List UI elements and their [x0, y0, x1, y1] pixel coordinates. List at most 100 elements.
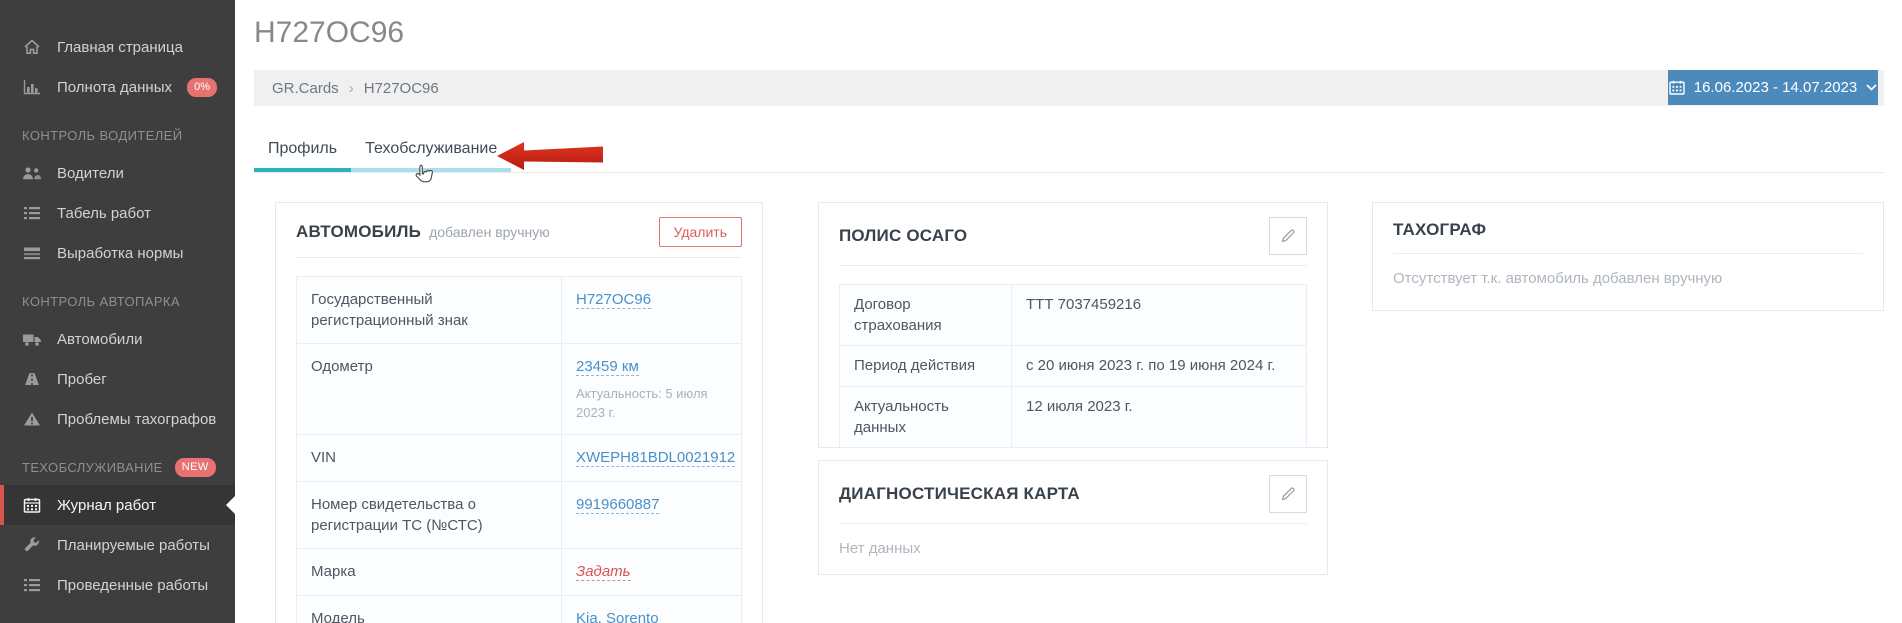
sts-number-link[interactable]: 9919660887 [576, 496, 660, 515]
tachograph-card: ТАХОГРАФ Отсутствует т.к. автомобиль доб… [1372, 202, 1884, 311]
tachograph-card-header: ТАХОГРАФ [1373, 203, 1883, 253]
sidebar-item-vehicles[interactable]: Автомобили [0, 319, 235, 359]
page-title: Н727ОС96 [254, 16, 405, 49]
home-icon [22, 39, 42, 55]
sidebar-item-label: Проведенные работы [57, 576, 209, 594]
table-row: Номер свидетельства о регистрации ТС (№С… [297, 482, 741, 550]
diagnostic-edit-button[interactable] [1269, 475, 1307, 513]
osago-info-table: Договор страхования ТТТ 7037459216 Перио… [839, 284, 1307, 448]
sidebar-item-mileage[interactable]: Пробег [0, 359, 235, 399]
vehicle-info-table: Государственный регистрационный знак Н72… [296, 276, 742, 623]
sidebar-item-norm-output[interactable]: Выработка нормы [0, 233, 235, 273]
osago-card-header: ПОЛИС ОСАГО [819, 203, 1327, 265]
osago-card-title: ПОЛИС ОСАГО [839, 226, 968, 245]
sidebar-item-label: Главная страница [57, 38, 183, 56]
row-label: Марка [297, 549, 562, 595]
table-row: Государственный регистрационный знак Н72… [297, 277, 741, 344]
row-label: Модель [297, 595, 562, 623]
sidebar-section-drivers-control: КОНТРОЛЬ ВОДИТЕЛЕЙ [0, 107, 235, 153]
sidebar-item-label: Журнал работ [57, 496, 157, 514]
chevron-down-icon [1866, 84, 1877, 91]
tasks-icon [22, 577, 42, 593]
card-divider [839, 265, 1307, 266]
sidebar-item-label: Табель работ [57, 204, 151, 222]
sidebar-item-data-completeness[interactable]: Полнота данных 0% [0, 67, 235, 107]
diagnostic-card: ДИАГНОСТИЧЕСКАЯ КАРТА Нет данных [818, 460, 1328, 575]
sidebar-section-cutoff: КОНТРОЛЬ [0, 605, 235, 623]
sidebar-item-planned-works[interactable]: Планируемые работы [0, 525, 235, 565]
row-value: с 20 июня 2023 г. по 19 июня 2024 г. [1026, 357, 1276, 374]
row-value: Задать [562, 549, 741, 595]
sidebar-section-maintenance: ТЕХОБСЛУЖИВАНИЕ NEW [0, 439, 235, 485]
table-row: Одометр 23459 км Актуальность: 5 июля 20… [297, 344, 741, 436]
reg-plate-link[interactable]: Н727ОС96 [576, 291, 652, 309]
diagnostic-empty-text: Нет данных [839, 540, 921, 557]
row-label: Актуальность данных [840, 386, 1012, 447]
table-row: VIN XWEPH81BDL0021912 [297, 435, 741, 483]
calendar-small-icon [1669, 80, 1685, 95]
users-icon [22, 165, 42, 181]
row-label: Период действия [840, 346, 1012, 386]
row-value: XWEPH81BDL0021912 [562, 435, 749, 481]
sidebar-item-label: Пробег [57, 370, 107, 388]
card-divider [296, 257, 742, 258]
tab-bar: Профиль Техобслуживание [254, 140, 512, 173]
sidebar-item-timesheet[interactable]: Табель работ [0, 193, 235, 233]
row-label: Договор страхования [840, 285, 1012, 345]
row-value: Н727ОС96 [562, 277, 741, 343]
hand-cursor-icon [412, 163, 435, 195]
row-label: Номер свидетельства о регистрации ТС (№С… [297, 482, 562, 549]
row-value: ТТТ 7037459216 [1026, 296, 1142, 313]
sidebar-item-label: Выработка нормы [57, 244, 184, 262]
row-value: 23459 км Актуальность: 5 июля 2023 г. [562, 344, 741, 434]
sidebar-section-label: КОНТРОЛЬ ВОДИТЕЛЕЙ [22, 127, 183, 143]
new-badge: NEW [174, 457, 216, 477]
odometer-link[interactable]: 23459 км [576, 358, 639, 376]
row-value: Kia, Sorento (категория "B") [562, 596, 741, 623]
pencil-icon [1280, 486, 1296, 502]
row-value: 12 июля 2023 г. [1026, 397, 1133, 415]
list-icon [22, 205, 42, 221]
sidebar-item-work-journal[interactable]: Журнал работ [0, 485, 235, 525]
tab-label: Профиль [268, 140, 338, 157]
truck-icon [22, 331, 42, 347]
road-icon [22, 371, 42, 387]
bar-chart-icon [22, 79, 42, 95]
sidebar-item-label: Полнота данных [57, 78, 172, 96]
set-brand-action[interactable]: Задать [576, 563, 631, 582]
row-label: Одометр [297, 344, 562, 435]
sidebar-item-completed-works[interactable]: Проведенные работы [0, 565, 235, 605]
warning-icon [22, 411, 42, 427]
vehicle-card-title: АВТОМОБИЛЬ [296, 222, 422, 241]
tachograph-card-title: ТАХОГРАФ [1393, 220, 1487, 239]
sidebar-section-fleet-control: КОНТРОЛЬ АВТОПАРКА [0, 273, 235, 319]
osago-card: ПОЛИС ОСАГО Договор страхования ТТТ 7037… [818, 202, 1328, 448]
vin-link[interactable]: XWEPH81BDL0021912 [576, 449, 736, 468]
completeness-badge: 0% [187, 77, 217, 97]
vehicle-card-header: АВТОМОБИЛЬ добавлен вручную Удалить [276, 203, 762, 257]
delete-button[interactable]: Удалить [658, 217, 742, 247]
date-range-button[interactable]: 16.06.2023 - 14.07.2023 [1668, 70, 1878, 105]
model-link[interactable]: Kia, Sorento (категория "B") [576, 609, 680, 623]
tab-profile[interactable]: Профиль [254, 140, 352, 173]
tab-label: Техобслуживание [365, 140, 498, 157]
sidebar-section-label: ТЕХОБСЛУЖИВАНИЕ [22, 459, 163, 475]
table-row: Модель Kia, Sorento (категория "B") [297, 595, 741, 623]
sidebar-item-label: Водители [57, 164, 124, 182]
sidebar-section-label: КОНТРОЛЬ АВТОПАРКА [22, 293, 180, 309]
sidebar-item-drivers[interactable]: Водители [0, 153, 235, 193]
sidebar-item-label: Автомобили [57, 330, 143, 348]
diagnostic-card-title: ДИАГНОСТИЧЕСКАЯ КАРТА [839, 484, 1080, 503]
table-row: Марка Задать [297, 549, 741, 596]
breadcrumb-root-link[interactable]: GR.Cards [272, 80, 339, 97]
diagnostic-card-header: ДИАГНОСТИЧЕСКАЯ КАРТА [819, 461, 1327, 523]
sidebar-item-home[interactable]: Главная страница [0, 27, 235, 67]
breadcrumb-current: Н727ОС96 [363, 79, 439, 97]
annotation-arrow-icon [497, 139, 605, 177]
sidebar-item-label: Проблемы тахографов [57, 410, 217, 428]
row-label: Государственный регистрационный знак [297, 277, 562, 343]
sidebar-item-tachograph-problems[interactable]: Проблемы тахографов [0, 399, 235, 439]
date-range-label: 16.06.2023 - 14.07.2023 [1693, 79, 1858, 96]
osago-edit-button[interactable] [1269, 217, 1307, 255]
row-value: 9919660887 [562, 482, 741, 548]
